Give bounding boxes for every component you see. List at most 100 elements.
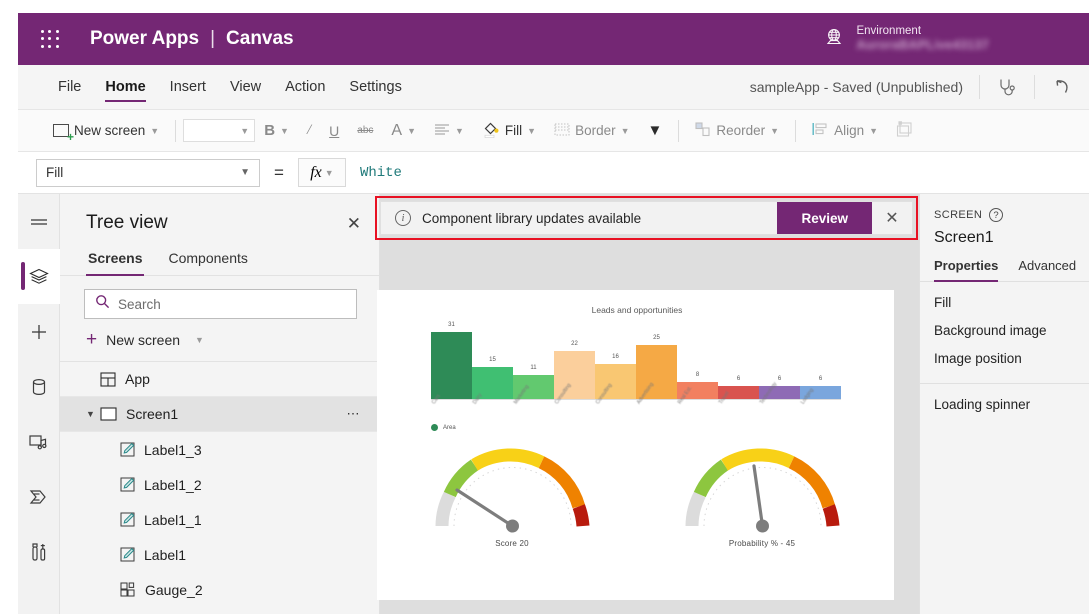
search-input[interactable]: Search (84, 289, 357, 319)
new-screen-tree-button[interactable]: + New screen ▼ (60, 319, 379, 362)
leads-and-opportunities-chart[interactable]: Leads and opportunities 31 15 11 22 16 2… (397, 298, 877, 440)
tree-view-tabs: Screens Components (60, 246, 379, 276)
group-button[interactable] (887, 116, 915, 146)
close-icon[interactable]: ✕ (872, 202, 912, 234)
property-row-background-image[interactable]: Background image (920, 310, 1089, 338)
search-placeholder: Search (118, 296, 161, 312)
probability-gauge-graphic (685, 448, 839, 533)
screen-icon (100, 407, 117, 421)
menu-item-settings[interactable]: Settings (337, 73, 413, 101)
brand: Power Apps | Canvas (90, 28, 294, 50)
environment-selector[interactable]: Environment AuroraBAPLive43137 (824, 24, 989, 54)
tree-node-label1_2[interactable]: Label1_2 (60, 467, 379, 502)
property-row-loading-spinner[interactable]: Loading spinner (920, 384, 1089, 412)
strikethrough-icon: abc (357, 125, 374, 136)
score-gauge-graphic (435, 448, 589, 533)
gauges-row: Score 20 Probability % - 45 (387, 440, 887, 580)
chevron-down-icon: ▼ (527, 125, 537, 136)
bar-value: 15 (489, 356, 496, 363)
notification-message: Component library updates available (422, 210, 642, 226)
chart-title: Leads and opportunities (591, 305, 683, 315)
power-automate-icon[interactable] (18, 469, 60, 524)
tree-node-label1_3[interactable]: Label1_3 (60, 432, 379, 467)
more-options-button[interactable]: ▼ (639, 116, 672, 146)
probability-gauge[interactable]: Probability % - 45 (637, 440, 887, 580)
media-icon[interactable] (18, 414, 60, 469)
menu-item-action[interactable]: Action (273, 73, 337, 101)
info-icon: i (395, 210, 411, 226)
app-icon (100, 371, 116, 387)
align-label: Align (834, 123, 865, 138)
chevron-down-icon: ▼ (869, 125, 879, 136)
new-screen-tree-label: New screen (106, 331, 181, 348)
menu-item-home[interactable]: Home (93, 73, 157, 102)
tab-properties[interactable]: Properties (934, 258, 999, 282)
property-row-image-position[interactable]: Image position (920, 338, 1089, 366)
tree-node-label1_1[interactable]: Label1_1 (60, 502, 379, 537)
context-menu-icon[interactable]: ⋯ (347, 406, 362, 422)
close-icon[interactable]: ✕ (347, 215, 361, 232)
fx-button[interactable]: fx ▼ (297, 158, 346, 187)
tree-node-gauge_2[interactable]: Gauge_2 (60, 572, 379, 607)
waffle-icon[interactable] (36, 25, 64, 53)
align-button[interactable]: Align ▼ (803, 116, 887, 146)
italic-button[interactable]: / (298, 116, 320, 146)
reorder-icon (695, 121, 711, 140)
environment-value: AuroraBAPLive43137 (856, 38, 989, 53)
help-icon[interactable]: ? (989, 208, 1004, 222)
score-gauge[interactable]: Score 20 (387, 440, 637, 580)
tab-screens[interactable]: Screens (86, 246, 145, 276)
font-color-button[interactable]: A ▼ (382, 116, 425, 146)
chevron-down-icon: ▼ (150, 125, 160, 136)
insert-icon[interactable] (18, 304, 60, 359)
property-row-fill[interactable]: Fill (920, 282, 1089, 310)
chart-x-axis-labels: Cars Dairy Marketing Consulting Consulti… (431, 381, 841, 408)
app-header: Power Apps | Canvas Environment AuroraBA… (18, 13, 1089, 65)
tab-advanced[interactable]: Advanced (1018, 258, 1076, 281)
chevron-down-icon: ▼ (240, 125, 250, 136)
tree-node-app[interactable]: App (60, 362, 379, 397)
reorder-button[interactable]: Reorder ▼ (686, 116, 788, 146)
undo-icon[interactable] (1035, 65, 1089, 109)
text-align-button[interactable]: ▼ (425, 116, 473, 146)
bar-value: 25 (653, 335, 660, 341)
chevron-down-icon[interactable]: ▼ (86, 409, 100, 419)
divider (678, 119, 680, 142)
strikethrough-button[interactable]: abc (348, 116, 382, 146)
font-family-select[interactable]: ▼ (183, 119, 256, 142)
equals-sign: = (274, 162, 284, 182)
properties-kicker: SCREEN ? (934, 208, 1089, 222)
tree-node-label1[interactable]: Label1 (60, 537, 379, 572)
left-icon-rail (18, 194, 60, 614)
data-icon[interactable] (18, 359, 60, 414)
review-button[interactable]: Review (777, 202, 872, 234)
power-apps-canvas-studio: Power Apps | Canvas Environment AuroraBA… (0, 0, 1089, 614)
bold-button[interactable]: B ▼ (255, 116, 298, 146)
bar-value: 31 (448, 322, 455, 328)
property-select[interactable]: Fill ▼ (36, 158, 260, 187)
underline-button[interactable]: U (320, 116, 348, 146)
bar[interactable]: 31 (431, 322, 472, 399)
brand-separator: | (210, 28, 216, 49)
fill-button[interactable]: Fill ▼ (473, 116, 545, 146)
formula-input[interactable]: White (360, 165, 402, 181)
border-button[interactable]: Border ▼ (545, 116, 638, 146)
hamburger-icon[interactable] (18, 194, 60, 249)
new-screen-button[interactable]: New screen ▼ (44, 116, 168, 146)
ribbon-toolbar: New screen ▼ ▼ B ▼ / U abc A ▼ (18, 110, 1089, 152)
tree-view-icon[interactable] (18, 249, 60, 304)
tree-node-label: Label1_3 (144, 441, 202, 458)
canvas-area[interactable]: Leads and opportunities 31 15 11 22 16 2… (377, 194, 919, 614)
properties-kicker-label: SCREEN (934, 209, 983, 221)
properties-tabs: Properties Advanced (920, 247, 1089, 282)
variables-icon[interactable] (18, 524, 60, 579)
menu-item-file[interactable]: File (46, 73, 93, 101)
app-screen-preview[interactable]: Leads and opportunities 31 15 11 22 16 2… (377, 290, 894, 600)
menu-item-view[interactable]: View (218, 73, 273, 101)
tree-node-screen1[interactable]: ▼ Screen1 ⋯ (60, 397, 379, 432)
gauge-icon (120, 582, 136, 597)
menu-item-insert[interactable]: Insert (158, 73, 218, 101)
chevron-down-icon: ▼ (770, 125, 780, 136)
tab-components[interactable]: Components (166, 246, 249, 275)
stethoscope-icon[interactable] (980, 65, 1034, 109)
